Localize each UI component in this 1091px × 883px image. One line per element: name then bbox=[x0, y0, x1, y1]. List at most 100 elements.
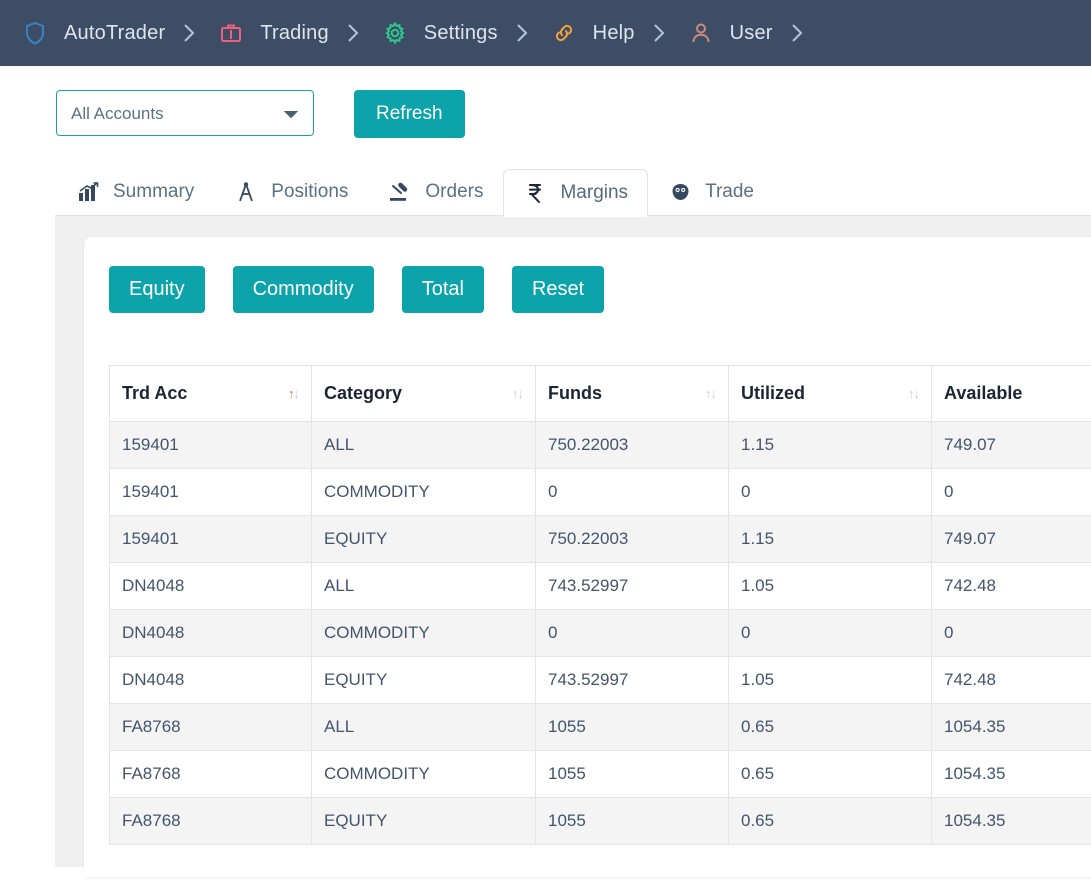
cell-trd-acc: 159401 bbox=[109, 515, 312, 563]
column-label-funds: Funds bbox=[548, 383, 602, 403]
chart-up-icon bbox=[76, 181, 100, 203]
tab-label-trade: Trade bbox=[705, 181, 754, 202]
nav-label-help: Help bbox=[592, 21, 635, 44]
cell-funds: 750.22003 bbox=[535, 421, 729, 469]
cell-funds: 0 bbox=[535, 468, 729, 516]
reset-filter-button[interactable]: Reset bbox=[511, 266, 605, 313]
cell-utilized: 1.15 bbox=[728, 421, 932, 469]
table-row[interactable]: FA8768 ALL 1055 0.65 1054.35 bbox=[109, 703, 1091, 751]
cell-available: 0 bbox=[931, 468, 1091, 516]
cell-available: 742.48 bbox=[931, 562, 1091, 610]
cell-trd-acc: FA8768 bbox=[109, 797, 312, 845]
tab-label-orders: Orders bbox=[425, 181, 484, 202]
cell-category: EQUITY bbox=[311, 656, 536, 704]
cell-available: 749.07 bbox=[931, 515, 1091, 563]
nav-item-trading[interactable]: Trading bbox=[218, 20, 381, 46]
table-header-row: Trd Acc ↑↓ Category ↑↓ Funds ↑↓ Utilized… bbox=[109, 365, 1091, 422]
sort-icon-funds[interactable]: ↑↓ bbox=[705, 387, 717, 400]
nav-item-user[interactable]: User bbox=[688, 20, 826, 46]
table-row[interactable]: FA8768 COMMODITY 1055 0.65 1054.35 bbox=[109, 750, 1091, 798]
chevron-right-icon bbox=[791, 23, 804, 43]
compass-icon bbox=[234, 181, 258, 203]
shield-icon bbox=[22, 20, 48, 46]
nav-item-help[interactable]: Help bbox=[551, 20, 688, 46]
table-row[interactable]: 159401 ALL 750.22003 1.15 749.07 bbox=[109, 421, 1091, 469]
cell-trd-acc: 159401 bbox=[109, 421, 312, 469]
content-panel: Equity Commodity Total Reset Trd Acc ↑↓ bbox=[55, 215, 1091, 877]
column-header-category[interactable]: Category ↑↓ bbox=[311, 365, 536, 422]
cell-trd-acc: FA8768 bbox=[109, 750, 312, 798]
account-select[interactable]: All Accounts bbox=[56, 90, 314, 136]
cell-category: COMMODITY bbox=[311, 468, 536, 516]
refresh-button[interactable]: Refresh bbox=[354, 90, 465, 138]
tab-label-positions: Positions bbox=[271, 181, 349, 202]
nav-item-settings[interactable]: Settings bbox=[382, 20, 551, 46]
cell-trd-acc: 159401 bbox=[109, 468, 312, 516]
table-header: Trd Acc ↑↓ Category ↑↓ Funds ↑↓ Utilized… bbox=[109, 365, 1091, 422]
nav-label-trading: Trading bbox=[260, 21, 329, 44]
cell-category: ALL bbox=[311, 421, 536, 469]
sort-icon-category[interactable]: ↑↓ bbox=[512, 387, 524, 400]
nav-label-settings: Settings bbox=[423, 21, 498, 44]
cell-category: EQUITY bbox=[311, 797, 536, 845]
column-label-category: Category bbox=[324, 383, 403, 403]
cell-category: ALL bbox=[311, 562, 536, 610]
chevron-right-icon bbox=[183, 23, 196, 43]
tab-orders[interactable]: Orders bbox=[368, 168, 503, 216]
cell-category: ALL bbox=[311, 703, 536, 751]
nav-item-autotrader[interactable]: AutoTrader bbox=[22, 20, 218, 46]
equity-filter-button[interactable]: Equity bbox=[109, 266, 205, 313]
total-filter-button[interactable]: Total bbox=[401, 266, 484, 313]
cell-utilized: 1.05 bbox=[728, 562, 932, 610]
column-label-utilized: Utilized bbox=[741, 383, 806, 403]
column-label-available: Available bbox=[944, 383, 1023, 403]
cell-trd-acc: DN4048 bbox=[109, 656, 312, 704]
column-header-available[interactable]: Available bbox=[931, 365, 1091, 422]
table-row[interactable]: DN4048 EQUITY 743.52997 1.05 742.48 bbox=[109, 656, 1091, 704]
column-header-funds[interactable]: Funds ↑↓ bbox=[535, 365, 729, 422]
tab-label-summary: Summary bbox=[113, 181, 195, 202]
column-label-trd-acc: Trd Acc bbox=[122, 383, 188, 403]
cell-trd-acc: DN4048 bbox=[109, 562, 312, 610]
tab-summary[interactable]: Summary bbox=[56, 168, 214, 216]
cell-funds: 1055 bbox=[535, 703, 729, 751]
table-row[interactable]: DN4048 COMMODITY 0 0 0 bbox=[109, 609, 1091, 657]
controls-row: All Accounts Refresh bbox=[0, 66, 1091, 138]
sort-icon-utilized[interactable]: ↑↓ bbox=[908, 387, 920, 400]
cell-available: 742.48 bbox=[931, 656, 1091, 704]
cell-funds: 0 bbox=[535, 609, 729, 657]
table-row[interactable]: 159401 EQUITY 750.22003 1.15 749.07 bbox=[109, 515, 1091, 563]
cell-funds: 1055 bbox=[535, 797, 729, 845]
commodity-filter-button[interactable]: Commodity bbox=[232, 266, 374, 313]
margins-card: Equity Commodity Total Reset Trd Acc ↑↓ bbox=[84, 237, 1091, 877]
column-header-utilized[interactable]: Utilized ↑↓ bbox=[728, 365, 932, 422]
cell-category: COMMODITY bbox=[311, 609, 536, 657]
cell-utilized: 0.65 bbox=[728, 797, 932, 845]
cell-utilized: 1.05 bbox=[728, 656, 932, 704]
table-row[interactable]: 159401 COMMODITY 0 0 0 bbox=[109, 468, 1091, 516]
cell-utilized: 1.15 bbox=[728, 515, 932, 563]
column-header-trd-acc[interactable]: Trd Acc ↑↓ bbox=[109, 365, 312, 422]
chevron-right-icon bbox=[347, 23, 360, 43]
table-row[interactable]: FA8768 EQUITY 1055 0.65 1054.35 bbox=[109, 797, 1091, 845]
cell-available: 0 bbox=[931, 609, 1091, 657]
chevron-right-icon bbox=[516, 23, 529, 43]
tab-trade[interactable]: Trade bbox=[648, 168, 774, 216]
tab-positions[interactable]: Positions bbox=[214, 168, 368, 216]
tab-margins[interactable]: Margins bbox=[503, 169, 649, 217]
chevron-right-icon bbox=[653, 23, 666, 43]
cell-utilized: 0.65 bbox=[728, 703, 932, 751]
top-navbar: AutoTrader Trading Settings Help User bbox=[0, 0, 1091, 66]
gear-icon bbox=[382, 20, 408, 46]
table-row[interactable]: DN4048 ALL 743.52997 1.05 742.48 bbox=[109, 562, 1091, 610]
cell-category: EQUITY bbox=[311, 515, 536, 563]
tab-label-margins: Margins bbox=[560, 182, 629, 203]
cell-available: 1054.35 bbox=[931, 750, 1091, 798]
rupee-icon bbox=[523, 182, 547, 204]
margins-table: Trd Acc ↑↓ Category ↑↓ Funds ↑↓ Utilized… bbox=[109, 365, 1091, 845]
cell-funds: 743.52997 bbox=[535, 562, 729, 610]
gavel-icon bbox=[388, 181, 412, 203]
cell-trd-acc: DN4048 bbox=[109, 609, 312, 657]
brain-icon bbox=[668, 181, 692, 203]
sort-icon-trd-acc[interactable]: ↑↓ bbox=[288, 387, 300, 400]
